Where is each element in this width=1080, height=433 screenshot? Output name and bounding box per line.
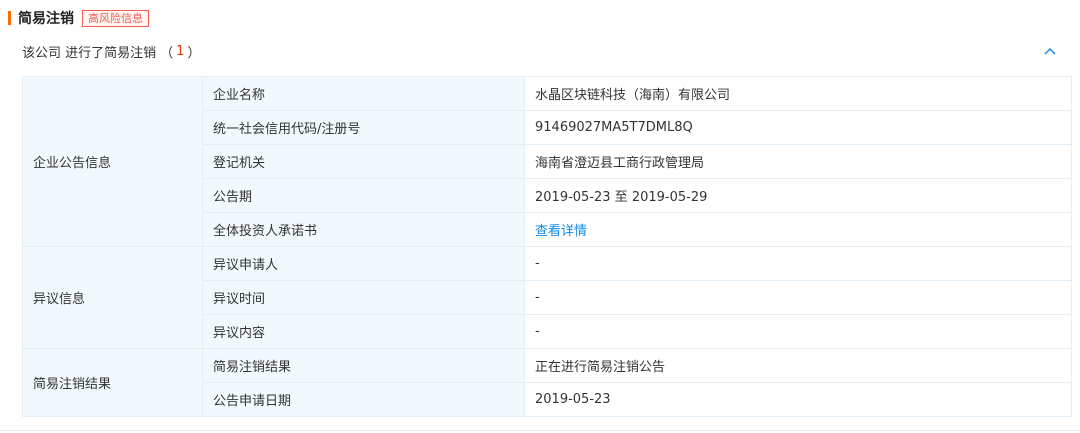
row-value: 91469027MA5T7DML8Q bbox=[524, 110, 1072, 145]
chevron-up-icon bbox=[1044, 47, 1056, 55]
row-label: 企业名称 bbox=[202, 76, 525, 111]
record-count: 1 bbox=[176, 43, 185, 59]
risk-badge: 高风险信息 bbox=[82, 9, 149, 27]
row-value: 海南省澄迈县工商行政管理局 bbox=[524, 144, 1072, 179]
row-label: 简易注销结果 bbox=[202, 348, 525, 383]
row-label: 公告申请日期 bbox=[202, 382, 525, 417]
bottom-divider bbox=[0, 430, 1080, 431]
row-value: - bbox=[524, 246, 1072, 281]
count-close-paren: ） bbox=[187, 45, 201, 61]
row-label: 统一社会信用代码/注册号 bbox=[202, 110, 525, 145]
view-details-link[interactable]: 查看详情 bbox=[535, 224, 587, 239]
table-row: 异议信息 异议申请人 - bbox=[22, 246, 1072, 349]
row-value: 正在进行简易注销公告 bbox=[524, 348, 1072, 383]
row-value: 2019-05-23 至 2019-05-29 bbox=[524, 178, 1072, 213]
row-value: 2019-05-23 bbox=[524, 382, 1072, 417]
collapse-button[interactable] bbox=[1042, 43, 1058, 59]
group-label-objection: 异议信息 bbox=[22, 246, 203, 349]
row-label: 异议时间 bbox=[202, 280, 525, 315]
row-value: - bbox=[524, 314, 1072, 349]
accent-bar bbox=[8, 11, 11, 25]
section-title: 简易注销 bbox=[18, 11, 74, 27]
row-label: 公告期 bbox=[202, 178, 525, 213]
row-label: 全体投资人承诺书 bbox=[202, 212, 525, 247]
count-open-paren: （ bbox=[160, 45, 174, 61]
deregistration-table: 企业公告信息 企业名称 水晶区块链科技（海南）有限公司 统一社会信用代码/注册号… bbox=[22, 76, 1072, 417]
row-value-cell: 查看详情 bbox=[524, 212, 1072, 247]
row-label: 登记机关 bbox=[202, 144, 525, 179]
table-row: 企业公告信息 企业名称 水晶区块链科技（海南）有限公司 bbox=[22, 76, 1072, 247]
summary-row: 该公司 进行了简易注销 （ 1 ） bbox=[22, 40, 1072, 62]
row-label: 异议内容 bbox=[202, 314, 525, 349]
section-header: 简易注销 高风险信息 bbox=[8, 9, 149, 27]
table-row: 简易注销结果 简易注销结果 正在进行简易注销公告 bbox=[22, 348, 1072, 417]
row-label: 异议申请人 bbox=[202, 246, 525, 281]
summary-text: 该公司 进行了简易注销 bbox=[22, 45, 157, 61]
row-value: - bbox=[524, 280, 1072, 315]
group-label-result: 简易注销结果 bbox=[22, 348, 203, 417]
group-label-notice: 企业公告信息 bbox=[22, 76, 203, 247]
row-value: 水晶区块链科技（海南）有限公司 bbox=[524, 76, 1072, 111]
